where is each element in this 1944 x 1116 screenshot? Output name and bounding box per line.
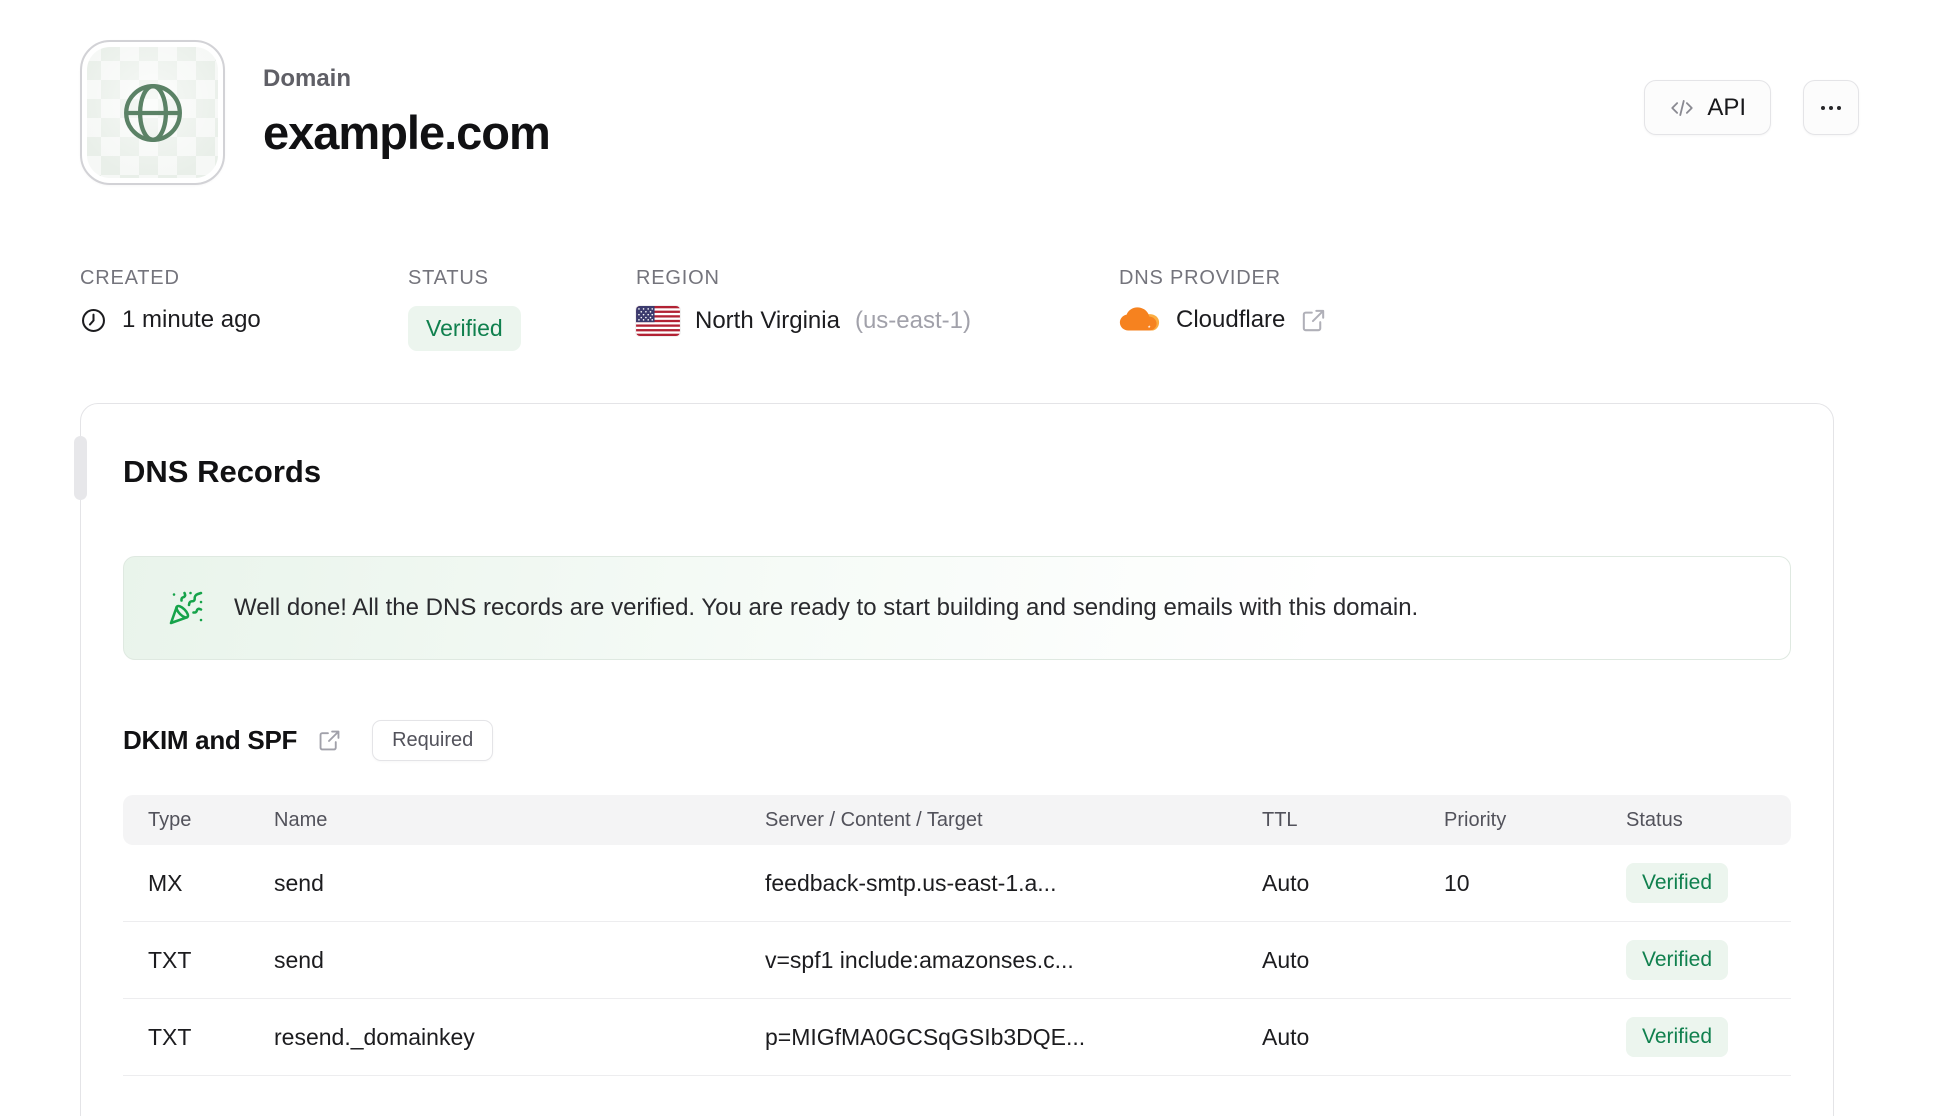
created-value: 1 minute ago xyxy=(122,306,261,333)
col-header-priority: Priority xyxy=(1444,808,1507,831)
cloudflare-icon xyxy=(1119,306,1161,334)
col-header-content: Server / Content / Target xyxy=(765,808,983,831)
cell-priority: 10 xyxy=(1444,869,1470,896)
api-button-label: API xyxy=(1707,93,1746,121)
scroll-indicator[interactable] xyxy=(74,436,87,500)
cell-name: send xyxy=(274,869,324,896)
dkim-spf-row: DKIM and SPF Required xyxy=(123,720,1791,761)
page-title: example.com xyxy=(263,106,551,159)
dns-provider-value: Cloudflare xyxy=(1176,306,1286,333)
cell-ttl: Auto xyxy=(1262,1023,1310,1050)
ellipsis-icon xyxy=(1819,96,1843,120)
domain-meta: CREATED 1 minute ago STATUS Verified REG… xyxy=(0,267,1944,351)
dkim-spf-heading: DKIM and SPF xyxy=(123,725,298,755)
cell-ttl: Auto xyxy=(1262,869,1310,896)
party-popper-icon xyxy=(168,590,204,626)
api-button[interactable]: API xyxy=(1644,80,1771,135)
required-badge: Required xyxy=(372,720,494,761)
us-flag-icon xyxy=(636,306,680,336)
region-label: REGION xyxy=(636,267,720,289)
cell-content: p=MIGfMA0GCSqGSIb3DQE... xyxy=(765,1023,1086,1050)
cell-type: TXT xyxy=(148,1023,192,1050)
col-header-name: Name xyxy=(274,808,328,831)
table-header-row: Type Name Server / Content / Target TTL … xyxy=(123,795,1791,845)
cell-type: MX xyxy=(148,869,183,896)
code-icon xyxy=(1669,95,1695,121)
dkim-external-link-icon[interactable] xyxy=(317,728,342,753)
dns-records-card: DNS Records Well done! All the DNS recor… xyxy=(74,403,1834,1116)
domain-header: Domain example.com API xyxy=(0,0,1944,185)
table-row: TXT send v=spf1 include:amazonses.c... A… xyxy=(123,922,1791,999)
row-status-badge: Verified xyxy=(1626,940,1729,980)
globe-icon xyxy=(120,80,186,146)
row-status-badge: Verified xyxy=(1626,863,1729,903)
more-button[interactable] xyxy=(1803,80,1859,135)
domain-avatar xyxy=(80,40,225,185)
row-status-badge: Verified xyxy=(1626,1017,1729,1057)
dns-records-heading: DNS Records xyxy=(123,454,322,489)
table-row: TXT resend._domainkey p=MIGfMA0GCSqGSIb3… xyxy=(123,999,1791,1076)
region-value: North Virginia xyxy=(695,307,840,334)
dns-table: Type Name Server / Content / Target TTL … xyxy=(123,795,1791,1076)
clock-icon xyxy=(80,307,107,334)
col-header-status: Status xyxy=(1626,808,1683,831)
created-label: CREATED xyxy=(80,267,180,289)
dns-provider-label: DNS PROVIDER xyxy=(1119,267,1281,289)
status-label: STATUS xyxy=(408,267,489,289)
page-eyebrow: Domain xyxy=(263,65,352,92)
cell-content: v=spf1 include:amazonses.c... xyxy=(765,946,1074,973)
banner-text: Well done! All the DNS records are verif… xyxy=(234,594,1419,621)
cell-type: TXT xyxy=(148,946,192,973)
status-badge: Verified xyxy=(408,306,521,351)
table-row: MX send feedback-smtp.us-east-1.a... Aut… xyxy=(123,845,1791,922)
col-header-ttl: TTL xyxy=(1262,808,1298,831)
provider-external-link-icon[interactable] xyxy=(1300,307,1327,334)
cell-name: send xyxy=(274,946,324,973)
region-code: (us-east-1) xyxy=(854,307,971,334)
cell-content: feedback-smtp.us-east-1.a... xyxy=(765,869,1057,896)
cell-ttl: Auto xyxy=(1262,946,1310,973)
success-banner: Well done! All the DNS records are verif… xyxy=(123,556,1791,660)
cell-name: resend._domainkey xyxy=(274,1023,475,1050)
col-header-type: Type xyxy=(148,808,192,831)
